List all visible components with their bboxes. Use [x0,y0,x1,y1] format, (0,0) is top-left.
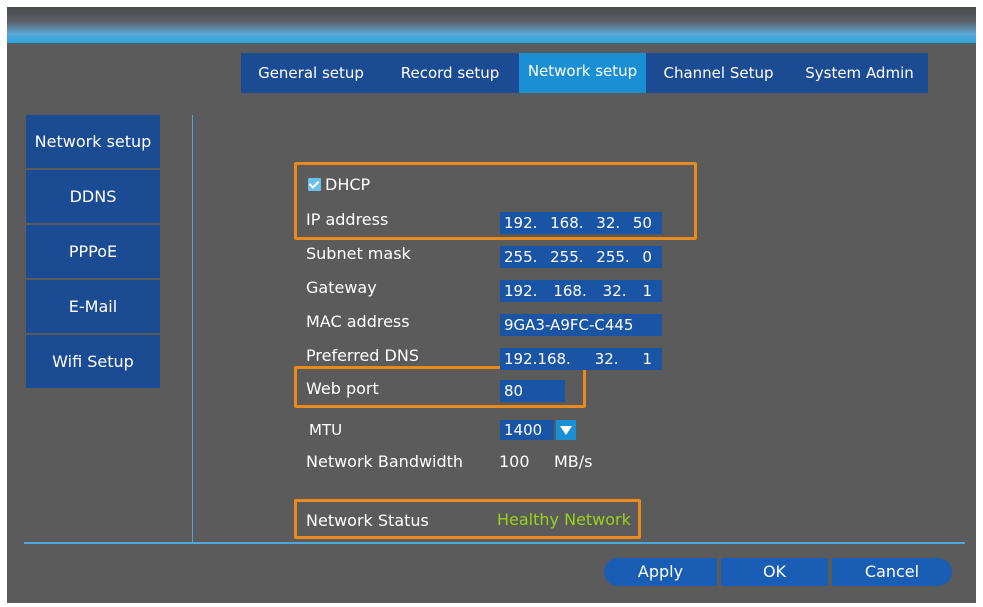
sidebar: Network setup DDNS PPPoE E-Mail Wifi Set… [26,115,160,390]
mtu-label: MTU [309,421,343,439]
gateway-octet-4: 1 [642,282,652,300]
ip-octet-4: 50 [632,214,652,232]
cancel-button[interactable]: Cancel [832,558,952,586]
subnet-octet-3: 255. [596,248,630,266]
subnet-mask-label: Subnet mask [306,244,411,263]
sidebar-item-pppoe[interactable]: PPPoE [26,225,160,278]
sidebar-item-ddns[interactable]: DDNS [26,170,160,223]
preferred-dns-label: Preferred DNS [306,346,419,365]
sidebar-item-network-setup[interactable]: Network setup [26,115,160,168]
tab-system-admin[interactable]: System Admin [791,53,928,93]
vertical-divider [192,115,193,543]
tab-network-setup[interactable]: Network setup [519,53,646,93]
preferred-dns-field[interactable]: 192.168. 32. 1 [500,348,662,370]
tab-bar: General setup Record setup Network setup… [241,53,928,93]
ip-octet-3: 32. [596,214,621,232]
dvr-screen: General setup Record setup Network setup… [7,7,976,603]
tab-general-setup[interactable]: General setup [241,53,381,93]
bandwidth-value: 100 [499,452,530,471]
subnet-mask-field[interactable]: 255. 255. 255. 0 [500,246,662,268]
mac-address-field[interactable]: 9GA3-A9FC-C445 [500,314,662,336]
ip-octet-2: 168. [550,214,584,232]
tab-channel-setup[interactable]: Channel Setup [646,53,791,93]
horizontal-divider [24,542,965,544]
ok-button[interactable]: OK [721,558,828,586]
gateway-octet-3: 32. [602,282,627,300]
subnet-octet-1: 255. [504,248,538,266]
network-status-value: Healthy Network [497,510,631,529]
bandwidth-unit: MB/s [554,452,593,471]
bandwidth-label: Network Bandwidth [306,452,464,471]
title-bar [7,7,976,43]
ip-address-label: IP address [306,210,389,229]
subnet-octet-4: 0 [642,248,652,266]
mtu-select[interactable]: 1400 [500,420,554,440]
ip-octet-1: 192. [504,214,538,232]
dhcp-label: DHCP [325,175,371,194]
subnet-octet-2: 255. [550,248,584,266]
tab-record-setup[interactable]: Record setup [381,53,519,93]
gateway-octet-2: 168. [553,282,587,300]
gateway-octet-1: 192. [504,282,538,300]
mac-address-label: MAC address [306,312,410,331]
sidebar-item-wifi-setup[interactable]: Wifi Setup [26,335,160,388]
gateway-field[interactable]: 192. 168. 32. 1 [500,280,662,302]
web-port-label: Web port [306,379,379,398]
apply-button[interactable]: Apply [604,558,717,586]
ip-address-field[interactable]: 192. 168. 32. 50 [500,212,662,234]
web-port-field[interactable]: 80 [500,380,565,402]
dns-part-1: 192.168. [504,350,571,368]
network-status-label: Network Status [306,511,429,530]
mtu-dropdown-arrow-icon[interactable] [556,420,576,440]
dns-part-3: 1 [642,350,652,368]
sidebar-item-email[interactable]: E-Mail [26,280,160,333]
gateway-label: Gateway [306,278,377,297]
dhcp-checkbox[interactable] [308,178,321,191]
dns-part-2: 32. [594,350,619,368]
